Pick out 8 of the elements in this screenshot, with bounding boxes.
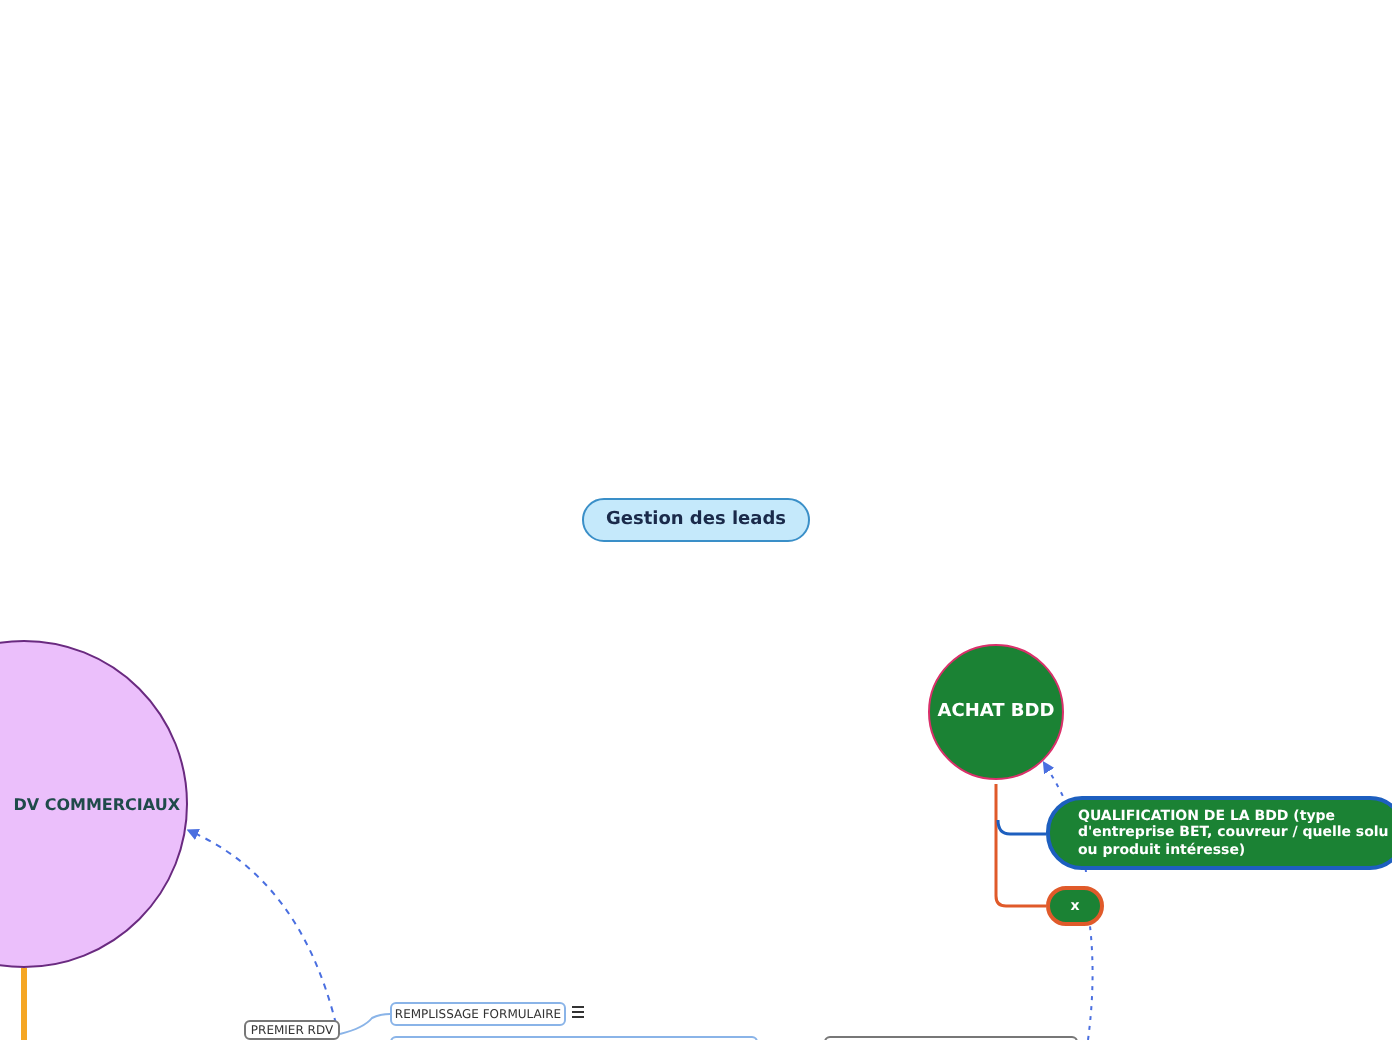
- topic-node[interactable]: ACHAT BDD: [928, 644, 1064, 780]
- topic-label: ACHAT BDD: [937, 702, 1055, 722]
- connector-line: [21, 968, 27, 1040]
- topic-node[interactable]: DV COMMERCIAUX: [0, 640, 188, 968]
- central-topic[interactable]: Gestion des leads: [582, 498, 810, 542]
- topic-label: DV COMMERCIAUX: [13, 795, 180, 813]
- connector-line: [339, 1013, 391, 1035]
- notes-icon[interactable]: [572, 1006, 584, 1018]
